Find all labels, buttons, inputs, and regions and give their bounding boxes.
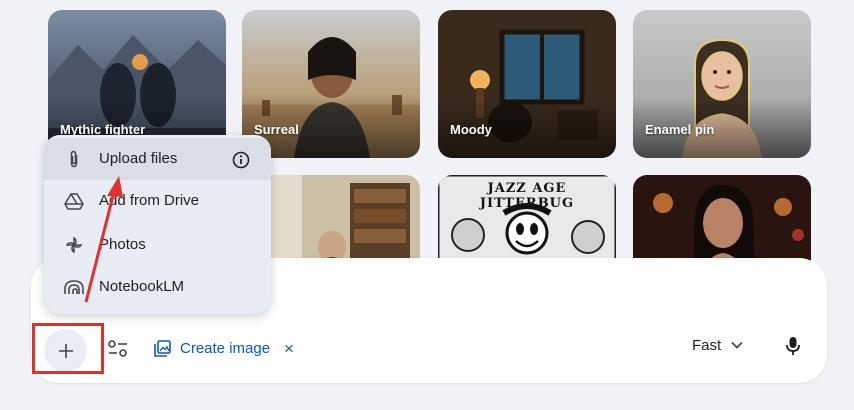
- notebooklm-icon: [64, 280, 84, 294]
- model-label: Fast: [692, 336, 722, 354]
- drive-icon: [64, 193, 84, 210]
- tools-icon: [108, 340, 127, 357]
- remove-create-image-button[interactable]: ×: [284, 340, 294, 357]
- menu-item-label: Add from Drive: [99, 192, 200, 209]
- add-attachment-button[interactable]: [44, 329, 87, 372]
- card-label: Enamel pin: [645, 122, 715, 137]
- tools-button[interactable]: [103, 334, 133, 364]
- menu-item-label: Upload files: [99, 150, 178, 167]
- menu-item-notebooklm[interactable]: NotebookLM: [44, 266, 271, 308]
- plus-icon: [58, 343, 73, 358]
- style-card-enamel-pin[interactable]: Enamel pin: [633, 10, 811, 158]
- menu-item-add-from-drive[interactable]: Add from Drive: [44, 180, 271, 222]
- card-title-text: JAZZ AGE JITTERBUG: [479, 181, 575, 211]
- info-icon[interactable]: [232, 151, 250, 169]
- style-card-surreal[interactable]: Surreal: [242, 10, 420, 158]
- photos-icon: [65, 236, 83, 254]
- microphone-button[interactable]: [780, 333, 806, 359]
- card-label: Surreal: [254, 122, 299, 137]
- paperclip-icon: [70, 150, 78, 168]
- chevron-down-icon: [731, 341, 743, 349]
- menu-item-upload-files[interactable]: Upload files: [44, 138, 271, 180]
- model-selector[interactable]: Fast: [692, 334, 743, 356]
- upload-menu: Upload files Add from Drive Photos Noteb…: [44, 135, 271, 314]
- menu-item-label: Photos: [99, 236, 146, 253]
- create-image-label: Create image: [180, 339, 271, 357]
- create-image-chip[interactable]: Create image ×: [153, 336, 294, 360]
- style-card-moody[interactable]: Moody: [438, 10, 616, 158]
- image-gallery-icon: [154, 339, 171, 357]
- microphone-icon: [786, 337, 800, 355]
- menu-item-photos[interactable]: Photos: [44, 224, 271, 266]
- card-label: Moody: [450, 122, 492, 137]
- menu-item-label: NotebookLM: [99, 278, 185, 295]
